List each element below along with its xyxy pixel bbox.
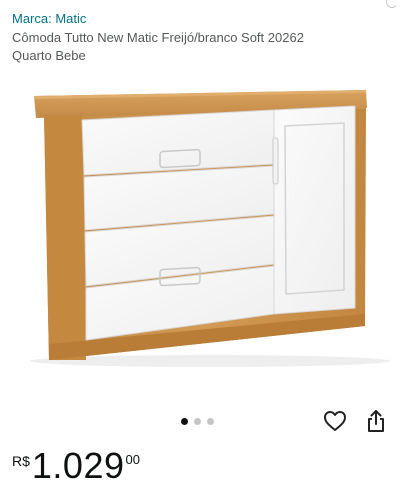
favorite-button[interactable] xyxy=(322,408,348,434)
price-currency: R$ xyxy=(12,453,30,469)
drawer-1 xyxy=(81,109,275,176)
product-header: Marca: Matic Cômoda Tutto New Matic Frei… xyxy=(12,10,382,65)
gallery-dot-2[interactable] xyxy=(194,417,201,425)
brand-link[interactable]: Marca: Matic xyxy=(12,10,86,28)
door-handle xyxy=(272,137,279,185)
product-title: Cômoda Tutto New Matic Freijó/branco Sof… xyxy=(12,29,382,65)
gallery-indicator xyxy=(181,417,214,425)
loading-spinner-icon xyxy=(386,0,398,8)
product-title-line-2: Quarto Bebe xyxy=(12,48,86,63)
dresser-illustration xyxy=(30,90,390,367)
gallery-dot-3[interactable] xyxy=(207,417,214,425)
share-icon xyxy=(368,410,384,432)
dresser-left-side xyxy=(44,115,86,360)
price: R$ 1.029 00 xyxy=(12,446,140,490)
gallery-dot-1[interactable] xyxy=(181,417,188,425)
price-whole: 1.029 xyxy=(31,445,125,486)
product-title-line-1: Cômoda Tutto New Matic Freijó/branco Sof… xyxy=(12,30,304,45)
product-image[interactable] xyxy=(0,78,402,398)
heart-outline-icon xyxy=(324,411,346,431)
price-fraction: 00 xyxy=(125,452,140,467)
share-button[interactable] xyxy=(364,407,388,435)
